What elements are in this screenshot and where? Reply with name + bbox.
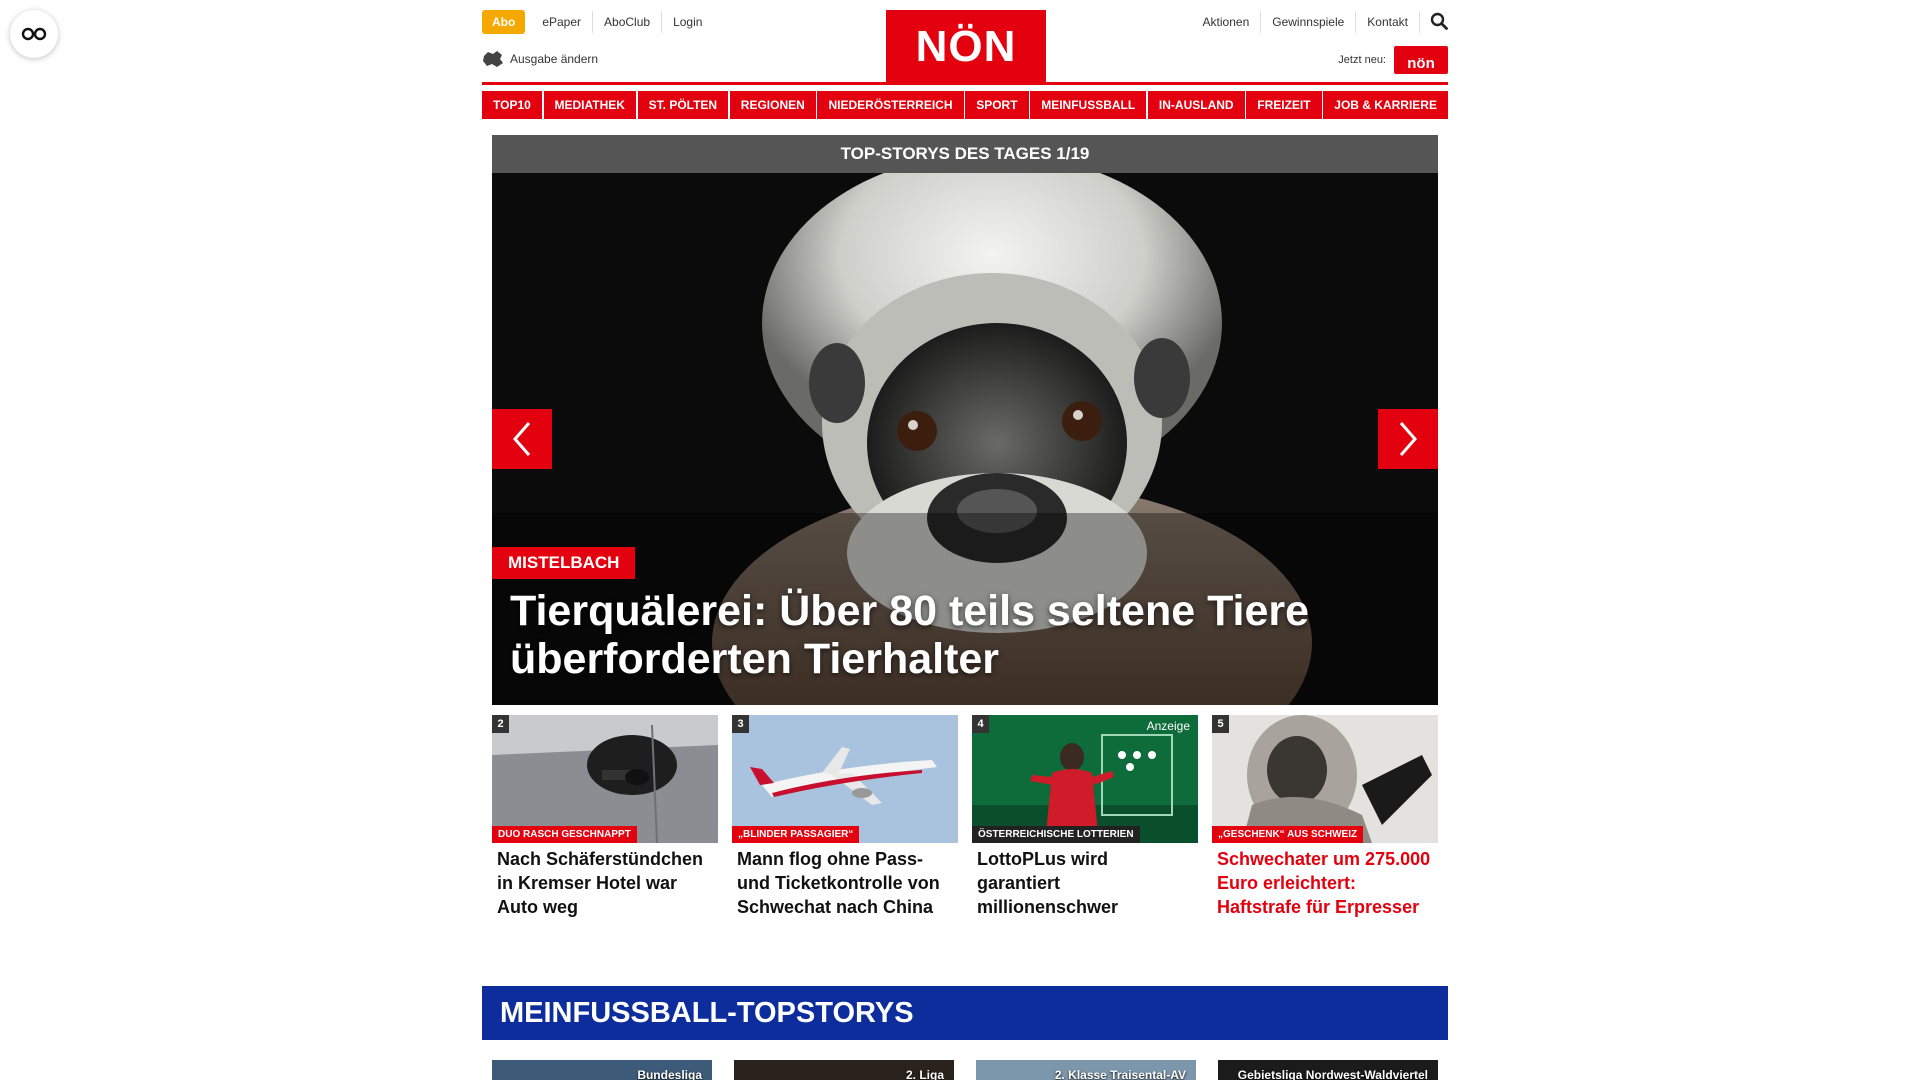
nav-item-job-karriere[interactable]: JOB & KARRIERE <box>1323 91 1448 119</box>
football-cards: Bundesliga 2. Liga 2. Klasse Traisental-… <box>492 1060 1438 1080</box>
story-card[interactable]: 2 Duo rasch geschnappt Nach Schäferstünd… <box>492 715 718 919</box>
nav-item-sport[interactable]: SPORT <box>965 91 1029 119</box>
kontakt-link[interactable]: Kontakt <box>1356 10 1420 33</box>
chevron-right-icon <box>1399 422 1417 456</box>
story-image-hooded-person: 5 „Geschenk“ aus Schweiz <box>1212 715 1438 843</box>
slider-header: TOP-STORYS DES TAGES 1/19 <box>492 135 1438 173</box>
football-card[interactable]: 2. Liga <box>734 1060 954 1080</box>
slider-next-button[interactable] <box>1378 409 1438 469</box>
story-rank: 4 <box>972 715 989 733</box>
search-icon <box>1430 12 1448 30</box>
football-league-label: 2. Klasse Traisental-AV <box>1054 1068 1186 1080</box>
story-rank: 5 <box>1212 715 1229 733</box>
hero-headline[interactable]: Tierquälerei: Über 80 teils seltene Tier… <box>510 587 1398 683</box>
main-nav: TOP10 MEDIATHEK ST. PÖLTEN REGIONEN NIED… <box>482 91 1448 119</box>
football-card[interactable]: 2. Klasse Traisental-AV <box>976 1060 1196 1080</box>
site-header: Abo ePaper AboClub Login Ausgabe ändern … <box>482 0 1448 85</box>
story-title[interactable]: Schwechater um 275.000 Euro erleichtert:… <box>1212 843 1438 919</box>
nav-item-in-ausland[interactable]: IN-AUSLAND <box>1147 91 1245 119</box>
story-image-lotto-show: 4 Anzeige Österreichische Lotterien <box>972 715 1198 843</box>
nav-item-regionen[interactable]: REGIONEN <box>729 91 816 119</box>
slider-prev-button[interactable] <box>492 409 552 469</box>
story-rank: 3 <box>732 715 749 733</box>
ad-label: Anzeige <box>1146 719 1190 733</box>
jetzt-neu: Jetzt neu: nön <box>1338 46 1448 74</box>
jetzt-label: Jetzt neu: <box>1338 54 1386 66</box>
football-card[interactable]: Bundesliga <box>492 1060 712 1080</box>
login-link[interactable]: Login <box>662 11 713 33</box>
meinfussball-section-title[interactable]: MEINFUSSBALL-TOPSTORYS <box>482 986 1448 1040</box>
nav-item-niederoesterreich[interactable]: NIEDERÖSTERREICH <box>817 91 964 119</box>
reader-mode-button[interactable] <box>10 10 58 58</box>
story-tag: Österreichische Lotterien <box>972 826 1140 843</box>
nav-item-meinfussball[interactable]: MEINFUSSBALL <box>1030 91 1147 119</box>
story-rank: 2 <box>492 715 509 733</box>
noen-logo[interactable]: NÖN <box>886 10 1046 84</box>
football-league-label: Bundesliga <box>637 1068 702 1080</box>
lower-austria-map-icon <box>483 51 503 67</box>
aboclub-link[interactable]: AboClub <box>593 11 663 33</box>
new-product-logo[interactable]: nön <box>1394 46 1448 74</box>
top-links-right: Aktionen Gewinnspiele Kontakt <box>1192 10 1448 33</box>
story-cards: 2 Duo rasch geschnappt Nach Schäferstünd… <box>492 715 1438 919</box>
nav-item-freizeit[interactable]: FREIZEIT <box>1246 91 1322 119</box>
gewinnspiele-link[interactable]: Gewinnspiele <box>1261 10 1357 33</box>
story-image-car-door: 2 Duo rasch geschnappt <box>492 715 718 843</box>
story-title[interactable]: LottoPLus wird garantiert millionenschwe… <box>972 843 1198 919</box>
chevron-left-icon <box>513 422 531 456</box>
story-tag: Duo rasch geschnappt <box>492 826 637 843</box>
edition-label: Ausgabe ändern <box>510 52 599 66</box>
top-links-left: Abo ePaper AboClub Login <box>482 10 713 34</box>
page-container: Abo ePaper AboClub Login Ausgabe ändern … <box>482 0 1448 1080</box>
hero-category-tag[interactable]: MISTELBACH <box>492 547 636 579</box>
story-title[interactable]: Mann flog ohne Pass- und Ticketkontrolle… <box>732 843 958 919</box>
glasses-icon <box>21 27 47 41</box>
story-card[interactable]: 4 Anzeige Österreichische Lotterien Lott… <box>972 715 1198 919</box>
story-image-airplane: 3 „Blinder Passagier“ <box>732 715 958 843</box>
football-league-label: Gebietsliga Nordwest-Waldviertel <box>1237 1068 1428 1080</box>
story-title[interactable]: Nach Schäferstündchen in Kremser Hotel w… <box>492 843 718 919</box>
story-card[interactable]: 3 „Blinder Passagier“ Mann flog ohne Pas… <box>732 715 958 919</box>
aktionen-link[interactable]: Aktionen <box>1192 10 1262 33</box>
nav-item-mediathek[interactable]: MEDIATHEK <box>543 91 636 119</box>
abo-button[interactable]: Abo <box>482 10 526 34</box>
header-divider <box>482 82 1448 85</box>
story-card[interactable]: 5 „Geschenk“ aus Schweiz Schwechater um … <box>1212 715 1438 919</box>
football-card[interactable]: Gebietsliga Nordwest-Waldviertel <box>1218 1060 1438 1080</box>
nav-item-top10[interactable]: TOP10 <box>482 91 542 119</box>
search-button[interactable] <box>1420 10 1448 33</box>
story-tag: „Geschenk“ aus Schweiz <box>1212 826 1364 843</box>
nav-item-st-poelten[interactable]: ST. PÖLTEN <box>637 91 729 119</box>
football-league-label: 2. Liga <box>905 1068 944 1080</box>
edition-switcher[interactable]: Ausgabe ändern <box>482 50 598 68</box>
epaper-link[interactable]: ePaper <box>531 11 594 33</box>
top-story-slider[interactable]: TOP-STORYS DES TAGES 1/19 MISTELBACH Tie… <box>492 135 1438 705</box>
story-tag: „Blinder Passagier“ <box>732 826 860 843</box>
